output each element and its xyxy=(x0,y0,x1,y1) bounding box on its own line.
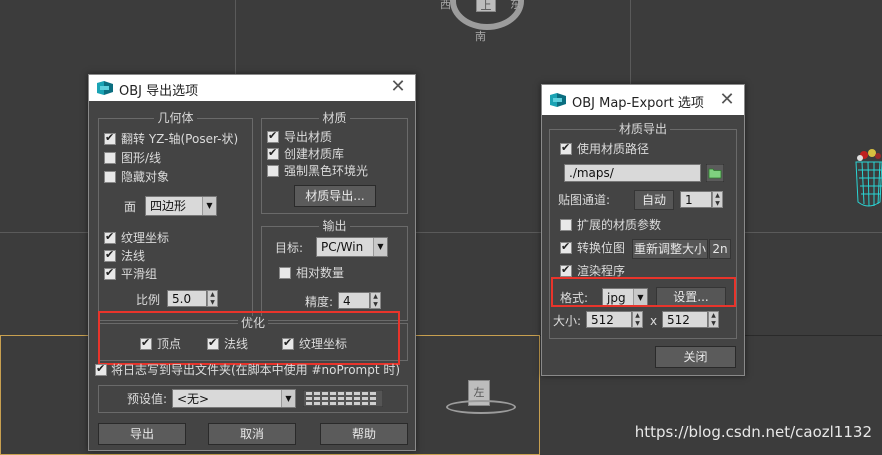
geometry-group-title: 几何体 xyxy=(99,111,252,125)
cancel-button[interactable]: 取消 xyxy=(208,423,296,445)
scale-spinner[interactable]: 5.0 xyxy=(167,290,207,307)
left-cube-ring xyxy=(446,400,516,414)
faces-label: 面 xyxy=(124,200,137,214)
left-viewcube[interactable]: 左 xyxy=(446,378,516,414)
top-cube-east-mark: 东 xyxy=(510,0,521,11)
map-export-dialog[interactable]: OBJ Map-Export 选项 ✕ 材质导出 使用材质路径 ./maps/ … xyxy=(541,84,745,376)
hidden-objects-checkbox[interactable] xyxy=(104,171,116,183)
use-material-path-label: 使用材质路径 xyxy=(577,142,650,156)
smoothing-groups-checkbox[interactable] xyxy=(104,266,116,280)
width-spinner[interactable]: 512 xyxy=(586,311,632,328)
flip-yz-label: 翻转 YZ-轴(Poser-状) xyxy=(121,132,239,146)
shapes-lines-checkbox[interactable] xyxy=(104,152,116,164)
target-dropdown[interactable]: PC/Win ▼ xyxy=(316,237,388,257)
target-label: 目标: xyxy=(275,241,304,255)
shapes-lines-label: 图形/线 xyxy=(121,151,162,165)
flip-yz-checkbox[interactable] xyxy=(104,131,116,145)
log-to-folder-checkbox[interactable] xyxy=(95,362,107,376)
extended-params-label: 扩展的材质参数 xyxy=(577,218,662,232)
log-to-folder-label: 将日志写到导出文件夹(在脚本中使用 #noPrompt 时) xyxy=(111,363,401,377)
relative-numbers-label: 相对数量 xyxy=(296,266,345,280)
obj-export-close-icon[interactable]: ✕ xyxy=(389,77,407,97)
help-button[interactable]: 帮助 xyxy=(320,423,408,445)
channel-spinner-arrows[interactable]: ▲ ▼ xyxy=(712,191,723,208)
material-export-button[interactable]: 材质导出... xyxy=(294,185,376,207)
relative-numbers-checkbox[interactable] xyxy=(279,267,291,279)
create-mat-library-label: 创建材质库 xyxy=(284,147,345,161)
material-export-group: 材质导出 使用材质路径 ./maps/ 贴图通道: 自动 1 ▲▼ 扩展的材质参… xyxy=(549,122,737,339)
format-highlight-box xyxy=(551,277,736,307)
preset-grid-icon[interactable] xyxy=(303,390,383,407)
chevron-down-icon: ▼ xyxy=(281,390,295,407)
watermark-text: https://blog.csdn.net/caozl1132 xyxy=(634,423,872,441)
precision-label: 精度: xyxy=(305,295,334,309)
top-cube-west-mark: 西 xyxy=(440,0,451,11)
map-export-title: OBJ Map-Export 选项 xyxy=(572,96,704,111)
folder-icon[interactable] xyxy=(706,164,724,182)
map-export-titlebar[interactable]: OBJ Map-Export 选项 ✕ xyxy=(542,85,744,115)
channel-spinner[interactable]: 1 xyxy=(680,191,712,208)
material-group: 材质 导出材质 创建材质库 强制黑色环境光 材质导出... xyxy=(261,111,408,214)
geometry-group: 几何体 翻转 YZ-轴(Poser-状) 图形/线 隐藏对象 面 四边形 ▼ 纹… xyxy=(98,111,253,321)
pow2-button[interactable]: 2n xyxy=(709,239,731,259)
smoothing-groups-label: 平滑组 xyxy=(121,267,158,281)
precision-spinner-arrows[interactable]: ▲ ▼ xyxy=(370,292,381,309)
height-spinner-arrows[interactable]: ▲ ▼ xyxy=(708,311,719,328)
output-group: 输出 目标: PC/Win ▼ 相对数量 精度: 4 ▲ ▼ xyxy=(261,219,408,321)
map-export-close-icon[interactable]: ✕ xyxy=(718,90,736,110)
map-close-button[interactable]: 关闭 xyxy=(655,346,736,368)
material-export-group-title: 材质导出 xyxy=(550,122,736,136)
size-label: 大小: xyxy=(553,314,582,328)
export-button[interactable]: 导出 xyxy=(98,423,186,445)
material-path-field[interactable]: ./maps/ xyxy=(564,164,701,182)
obj-export-titlebar[interactable]: OBJ 导出选项 ✕ xyxy=(89,75,415,101)
preset-dropdown[interactable]: <无> ▼ xyxy=(172,389,296,408)
export-materials-label: 导出材质 xyxy=(284,130,333,144)
channel-label: 贴图通道: xyxy=(558,193,611,207)
extended-params-checkbox[interactable] xyxy=(560,219,572,231)
max-app-icon xyxy=(550,93,566,107)
size-x-label: x xyxy=(650,314,658,328)
chevron-down-icon: ▼ xyxy=(373,238,387,256)
geo-normals-checkbox[interactable] xyxy=(104,248,116,262)
scale-spinner-arrows[interactable]: ▲ ▼ xyxy=(207,290,218,307)
chevron-down-icon: ▼ xyxy=(202,197,216,215)
force-black-ambient-checkbox[interactable] xyxy=(267,165,279,177)
obj-export-dialog[interactable]: OBJ 导出选项 ✕ 几何体 翻转 YZ-轴(Poser-状) 图形/线 隐藏对… xyxy=(88,74,416,451)
top-cube-south-label: 南 xyxy=(475,30,486,43)
geo-texture-coords-label: 纹理坐标 xyxy=(121,231,170,245)
output-group-title: 输出 xyxy=(262,219,407,233)
width-spinner-arrows[interactable]: ▲ ▼ xyxy=(632,311,643,328)
top-cube-face[interactable]: 上 xyxy=(476,0,496,12)
resize-button[interactable]: 重新调整大小 xyxy=(632,239,708,259)
optimize-highlight-box xyxy=(98,311,400,365)
obj-export-body: 几何体 翻转 YZ-轴(Poser-状) 图形/线 隐藏对象 面 四边形 ▼ 纹… xyxy=(89,101,415,450)
basket-object-icon xyxy=(855,149,882,207)
convert-bitmaps-checkbox[interactable] xyxy=(560,240,572,254)
convert-bitmaps-label: 转换位图 xyxy=(577,241,626,255)
force-black-ambient-label: 强制黑色环境光 xyxy=(284,164,369,178)
max-app-icon xyxy=(97,81,113,95)
scale-label: 比例 xyxy=(136,293,161,307)
export-materials-checkbox[interactable] xyxy=(267,129,279,143)
precision-spinner[interactable]: 4 xyxy=(338,292,370,309)
preset-label: 预设值: xyxy=(127,392,168,406)
material-group-title: 材质 xyxy=(262,111,407,125)
map-export-body: 材质导出 使用材质路径 ./maps/ 贴图通道: 自动 1 ▲▼ 扩展的材质参… xyxy=(542,115,744,375)
create-mat-library-checkbox[interactable] xyxy=(267,146,279,160)
faces-dropdown[interactable]: 四边形 ▼ xyxy=(145,196,217,216)
obj-export-title: OBJ 导出选项 xyxy=(119,84,199,99)
channel-auto-button[interactable]: 自动 xyxy=(634,190,674,210)
geo-texture-coords-checkbox[interactable] xyxy=(104,230,116,244)
render-procedurals-checkbox[interactable] xyxy=(560,263,572,277)
height-spinner[interactable]: 512 xyxy=(662,311,708,328)
geo-normals-label: 法线 xyxy=(121,249,146,263)
use-material-path-checkbox[interactable] xyxy=(560,141,572,155)
hidden-objects-label: 隐藏对象 xyxy=(121,170,170,184)
